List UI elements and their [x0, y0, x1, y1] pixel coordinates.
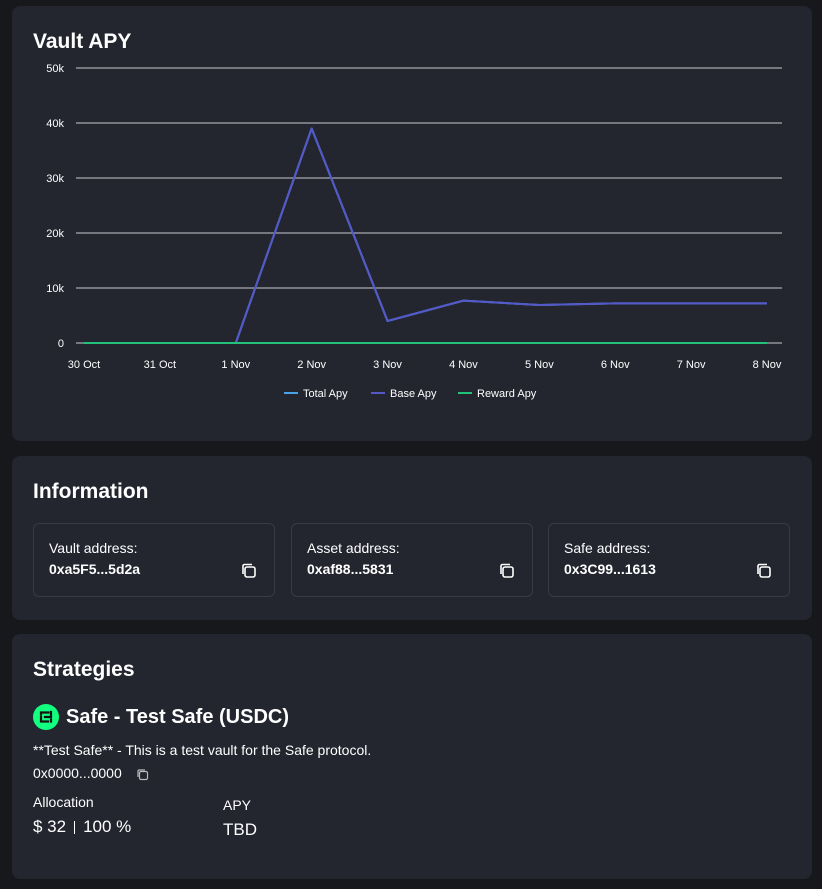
copy-icon[interactable]	[755, 562, 773, 580]
y-tick-label: 50k	[46, 63, 64, 75]
legend-label: Total Apy	[303, 388, 348, 400]
apy-label: APY	[223, 797, 252, 813]
strategy-address: 0x0000...0000	[33, 765, 122, 781]
x-tick-label: 5 Nov	[525, 359, 554, 371]
asset-address-label: Asset address:	[307, 540, 400, 556]
information-card: Information Vault address: 0xa5F5...5d2a…	[12, 456, 812, 620]
y-tick-label: 40k	[46, 118, 64, 130]
safe-address-value: 0x3C99...1613	[564, 561, 656, 577]
vault-address-value: 0xa5F5...5d2a	[49, 561, 141, 577]
strategy-name: Safe - Test Safe (USDC)	[66, 706, 290, 728]
strategies-card: Strategies Safe - Test Safe (USDC) **Tes…	[12, 634, 812, 879]
asset-address-value: 0xaf88...5831	[307, 561, 394, 577]
y-tick-label: 10k	[46, 283, 64, 295]
x-tick-label: 3 Nov	[373, 359, 402, 371]
allocation-value: $ 32 100 %	[33, 817, 131, 837]
x-tick-label: 31 Oct	[144, 359, 176, 371]
strategy-description: **Test Safe** - This is a test vault for…	[33, 742, 372, 758]
legend-label: Base Apy	[390, 388, 437, 400]
vault-apy-card: Vault APY 0 10k 20k 30k 40k 50k 30 Oct 31 Oct 1 …	[12, 6, 812, 441]
y-tick-label: 20k	[46, 228, 64, 240]
asset-address-box: Asset address: 0xaf88...5831	[291, 523, 533, 597]
x-tick-label: 30 Oct	[68, 359, 100, 371]
copy-icon[interactable]	[240, 562, 258, 580]
copy-icon[interactable]	[136, 768, 149, 781]
x-tick-label: 2 Nov	[297, 359, 326, 371]
x-tick-label: 8 Nov	[753, 359, 782, 371]
safe-address-label: Safe address:	[564, 540, 651, 556]
copy-icon[interactable]	[498, 562, 516, 580]
vault-address-box: Vault address: 0xa5F5...5d2a	[33, 523, 275, 597]
safe-logo-icon	[33, 704, 59, 730]
legend-label: Reward Apy	[477, 388, 537, 400]
allocation-label: Allocation	[33, 794, 94, 810]
y-tick-label: 0	[58, 338, 64, 350]
allocation-percent: 100 %	[83, 817, 132, 836]
vault-address-label: Vault address:	[49, 540, 138, 556]
apy-line-chart: 0 10k 20k 30k 40k 50k 30 Oct 31 Oct 1 Nov 2 Nov 3 …	[46, 63, 782, 400]
allocation-divider	[74, 821, 76, 835]
series-line-base-apy	[84, 127, 767, 344]
allocation-amount: $ 32	[33, 817, 67, 836]
apy-value: TBD	[223, 820, 257, 839]
strategies-title: Strategies	[33, 658, 135, 681]
x-tick-label: 7 Nov	[677, 359, 706, 371]
x-tick-label: 1 Nov	[221, 359, 250, 371]
y-tick-label: 30k	[46, 173, 64, 185]
x-tick-label: 4 Nov	[449, 359, 478, 371]
safe-address-box: Safe address: 0x3C99...1613	[548, 523, 790, 597]
x-tick-label: 6 Nov	[601, 359, 630, 371]
information-title: Information	[33, 480, 149, 503]
